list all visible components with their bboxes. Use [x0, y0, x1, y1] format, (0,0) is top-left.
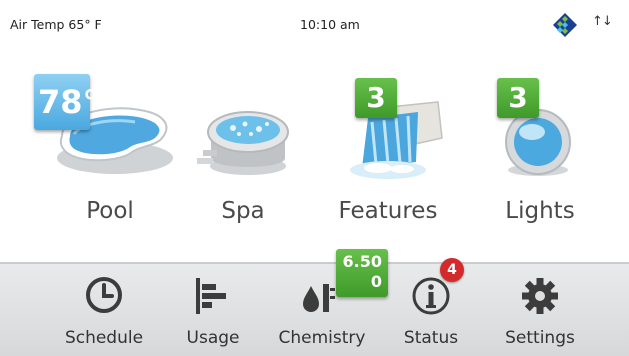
tile-lights[interactable]: 3 Lights [470, 66, 610, 236]
bar-chart-icon [196, 278, 226, 314]
gear-icon [522, 278, 558, 314]
orp-value: 0 [370, 272, 382, 291]
light-icon [505, 109, 571, 176]
status-alert-count-badge: 4 [440, 258, 464, 282]
ph-value: 6.50 [342, 252, 382, 271]
nav-label: Status [403, 328, 459, 348]
tile-label: Pool [86, 198, 134, 224]
nav-settings[interactable]: Settings [485, 264, 595, 356]
nav-status[interactable]: Status [376, 264, 486, 356]
lights-count-badge: 3 [497, 78, 539, 118]
air-temp-readout: Air Temp 65° F [10, 17, 102, 32]
tile-label: Lights [505, 198, 575, 224]
bottom-nav: Schedule Usage Chemistry Status Settings [0, 262, 629, 356]
tile-label: Features [338, 198, 438, 224]
tile-features[interactable]: 3 Features [318, 66, 458, 236]
tile-pool[interactable]: 78° Pool [34, 66, 180, 236]
spa-icon [197, 111, 289, 175]
nav-label: Usage [186, 328, 240, 348]
clock: 10:10 am [300, 17, 360, 32]
nav-schedule[interactable]: Schedule [49, 264, 159, 356]
up-down-arrows-icon[interactable]: ↑↓ [592, 14, 613, 29]
tile-label: Spa [221, 198, 265, 224]
clock-icon [86, 277, 122, 313]
nav-label: Chemistry [278, 328, 366, 348]
tile-spa[interactable]: Spa [173, 66, 313, 236]
nav-label: Schedule [64, 328, 144, 348]
brand-logo-icon [553, 13, 577, 37]
features-count-badge: 3 [355, 78, 397, 118]
chemistry-reading-badge: 6.50 0 [336, 249, 388, 297]
info-icon [412, 277, 450, 315]
status-bar: Air Temp 65° F 10:10 am ↑↓ [0, 0, 629, 52]
nav-usage[interactable]: Usage [158, 264, 268, 356]
nav-label: Settings [505, 328, 575, 348]
pool-temp-badge: 78° [34, 74, 99, 130]
